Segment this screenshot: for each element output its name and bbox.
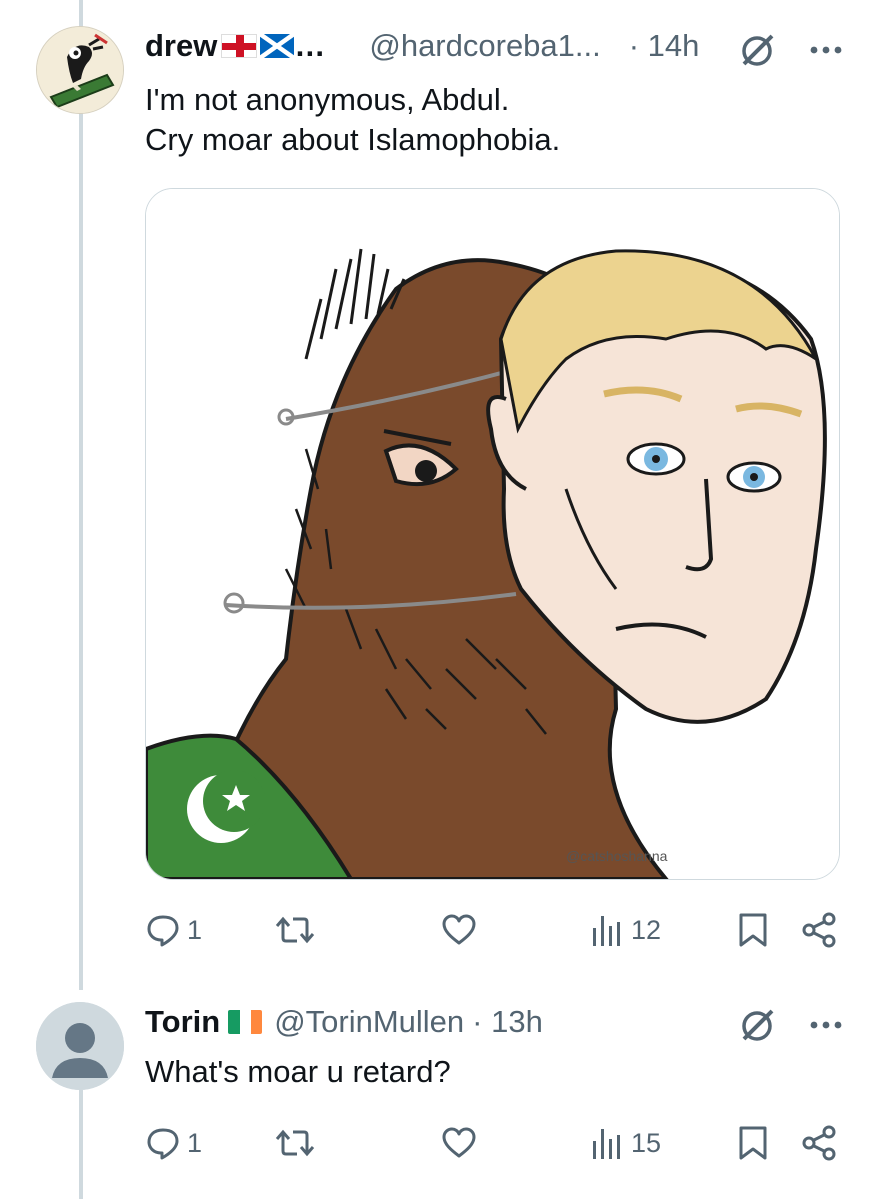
tweet-text-line: I'm not anonymous, Abdul. [145,82,510,117]
thread-connector-line-bottom [79,1090,83,1199]
more-dots-icon[interactable] [806,30,846,70]
bookmark-icon [739,1126,767,1160]
share-icon [802,1125,836,1161]
tweet-media-image[interactable]: @catshoshanna [145,188,840,880]
bookmark-button[interactable] [737,1125,769,1161]
tweet-text-line: Cry moar about Islamophobia. [145,122,561,157]
avatar[interactable] [36,26,124,114]
display-name[interactable]: Torin [145,1004,220,1040]
share-icon [802,912,836,948]
bar-chart-icon [593,1129,620,1159]
reply-button[interactable]: 1 [145,1125,202,1161]
bar-chart-icon [593,916,620,946]
action-bar: 1 12 [145,908,840,952]
repost-arrows-icon [275,916,315,944]
like-button[interactable] [441,1125,477,1161]
tweet-text: What's moar u retard? [145,1054,451,1089]
default-profile-icon [36,1002,124,1090]
grok-slash-circle-icon[interactable] [738,1005,778,1045]
thread-connector-line [79,0,83,990]
reply-count: 1 [187,914,203,945]
views-count: 15 [631,1127,662,1158]
avatar-image [37,27,123,113]
views-button[interactable]: 15 [591,1125,661,1161]
bookmark-button[interactable] [737,912,769,948]
username-handle[interactable]: @TorinMullen [274,1004,464,1040]
repost-button[interactable] [275,1125,315,1161]
views-button[interactable]: 12 [591,912,661,948]
action-bar: 1 15 [145,1121,840,1165]
scotland-flag-icon [260,34,295,58]
views-count: 12 [631,914,662,945]
repost-arrows-icon [275,1129,315,1157]
reply-button[interactable]: 1 [145,912,202,948]
image-watermark: @catshoshanna [566,848,668,864]
avatar-default[interactable] [36,1002,124,1090]
like-button[interactable] [441,912,477,948]
repost-button[interactable] [275,912,315,948]
share-button[interactable] [801,912,837,948]
grok-slash-circle-icon[interactable] [738,30,778,70]
more-dots-icon[interactable] [806,1005,846,1045]
username-handle[interactable]: @hardcoreba1... [369,28,600,64]
share-button[interactable] [801,1125,837,1161]
heart-icon [442,1127,476,1158]
heart-icon [442,914,476,945]
ireland-flag-icon [228,1010,263,1034]
timestamp[interactable]: · 13h [472,1004,543,1040]
bookmark-icon [739,913,767,947]
name-ellipsis: … [294,28,326,63]
timestamp[interactable]: · 14h [629,28,700,64]
tweet-text: I'm not anonymous, Abdul. Cry moar about… [145,80,560,160]
tweet-header: drew … @hardcoreba1... · 14h [145,26,699,66]
speech-bubble-icon [147,1128,179,1160]
reply-count: 1 [187,1127,203,1158]
england-flag-icon [221,34,258,58]
meme-illustration: @catshoshanna [146,189,839,879]
speech-bubble-icon [147,915,179,947]
display-name[interactable]: drew [145,28,217,64]
tweet-header: Torin @TorinMullen · 13h [145,1002,543,1042]
